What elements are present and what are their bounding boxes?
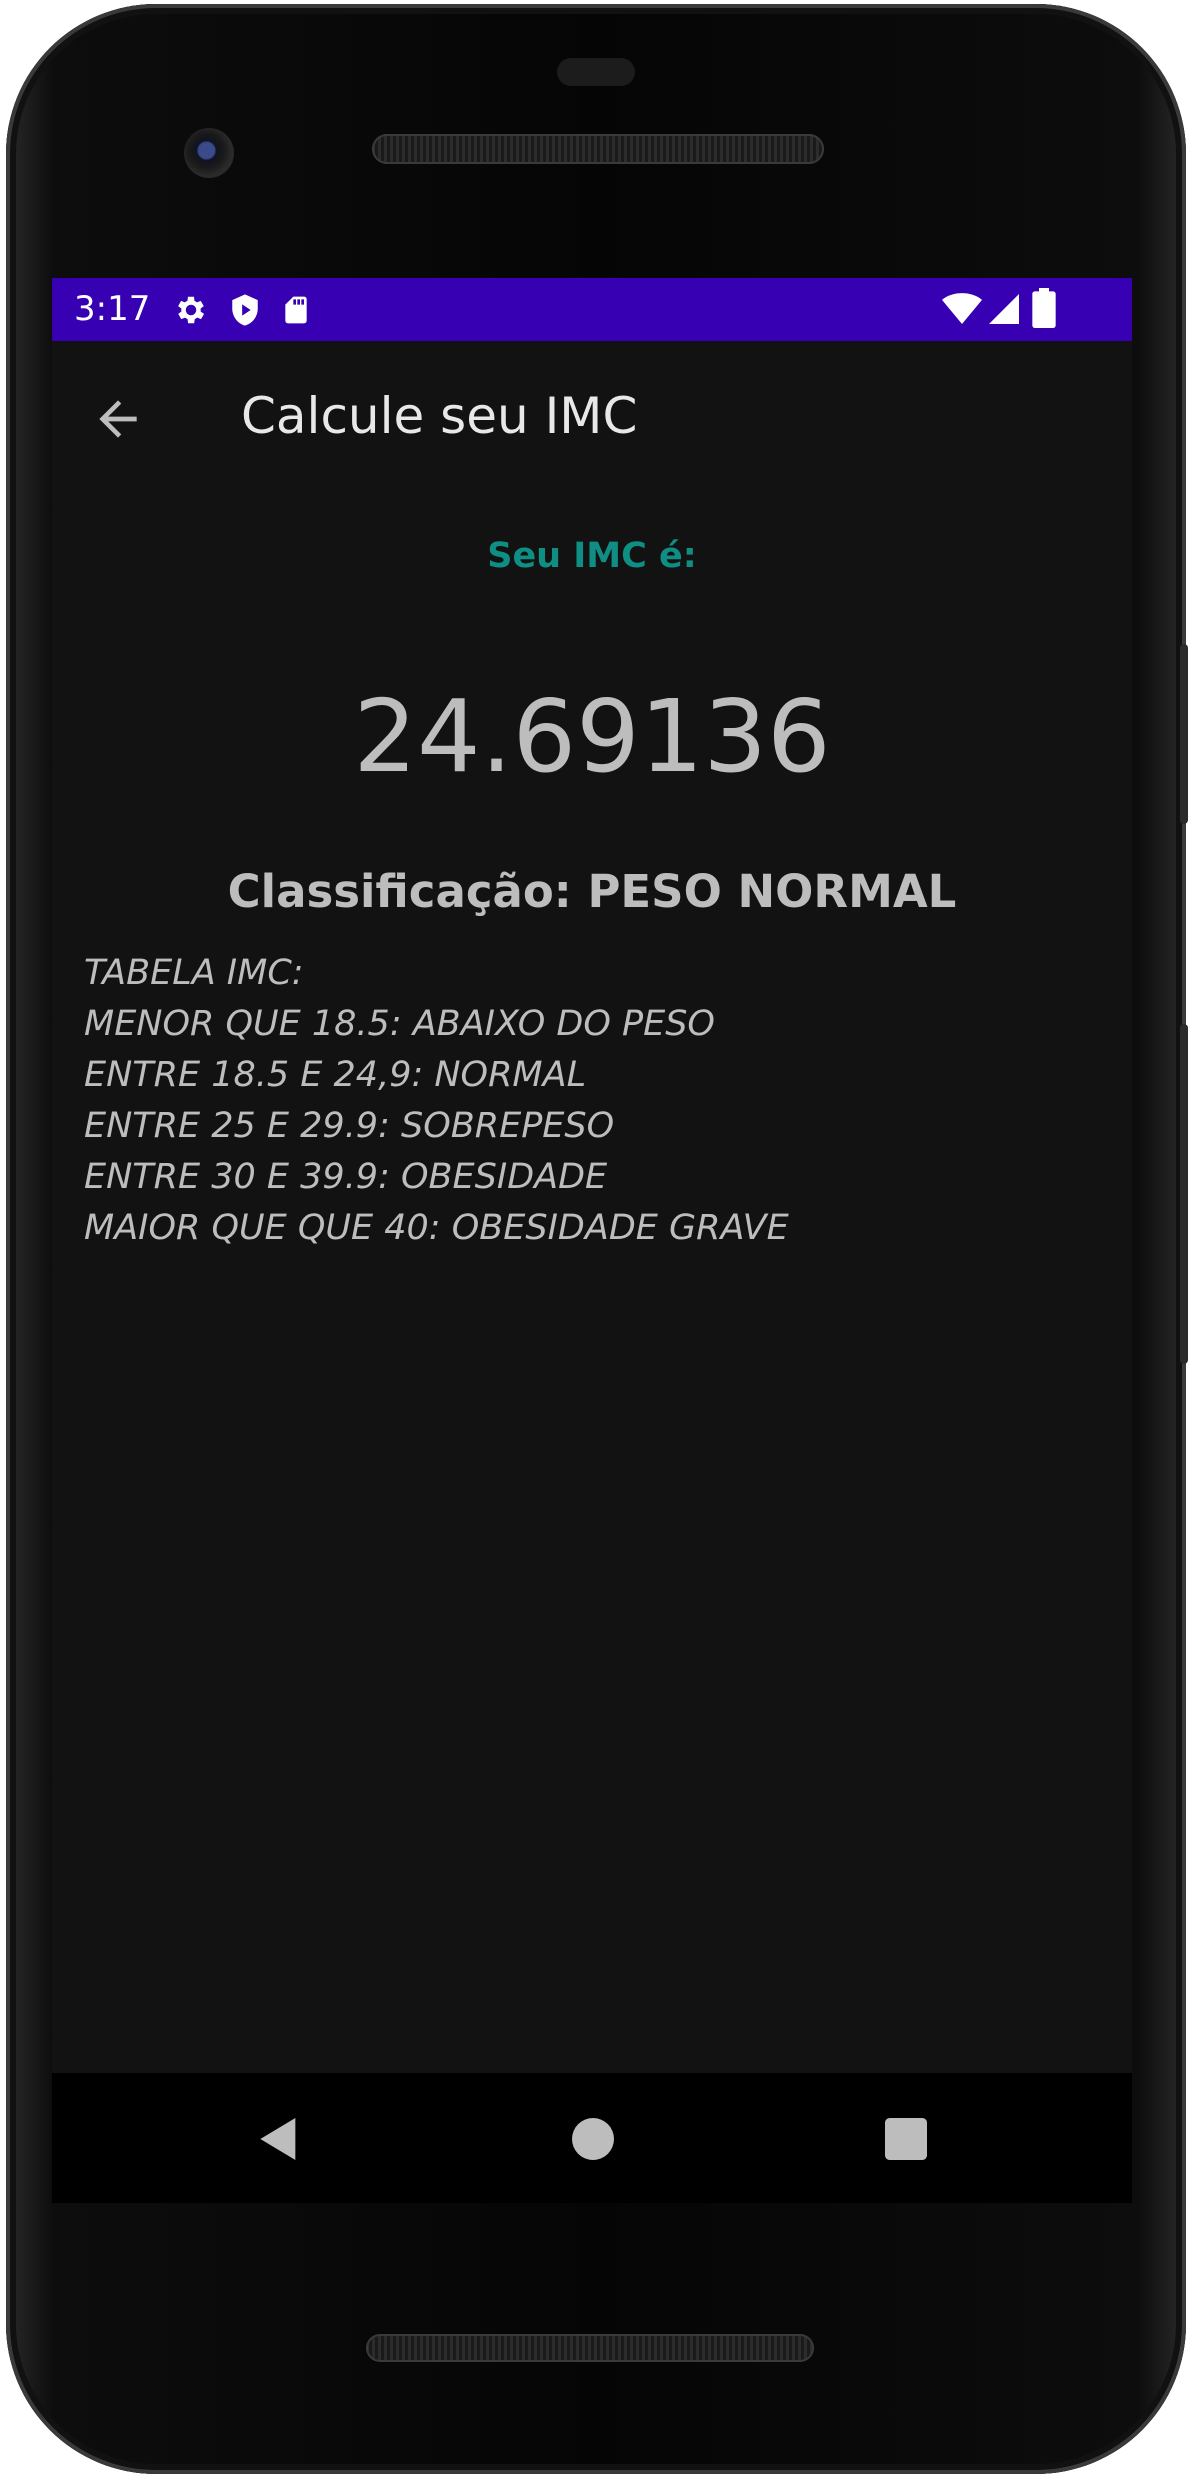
wifi-icon xyxy=(942,293,982,324)
top-speaker-grille xyxy=(372,134,824,164)
status-bar: 3:17 xyxy=(52,278,1132,341)
table-row: MAIOR QUE QUE 40: OBESIDADE GRAVE xyxy=(84,1208,789,1248)
table-row: ENTRE 18.5 E 24,9: NORMAL xyxy=(84,1055,587,1095)
imc-value: 24.69136 xyxy=(353,678,831,795)
app-screen: 3:17 Calcule seu IMC Seu IMC é: 24.69136… xyxy=(52,278,1132,2073)
status-time: 3:17 xyxy=(74,289,151,329)
front-camera-icon xyxy=(184,128,234,178)
volume-button xyxy=(1180,1024,1188,1364)
power-button xyxy=(1180,644,1188,824)
bottom-speaker-grille xyxy=(366,2334,814,2362)
gear-icon xyxy=(178,296,205,324)
battery-icon xyxy=(1032,288,1056,328)
table-row: ENTRE 30 E 39.9: OBESIDADE xyxy=(84,1157,608,1197)
table-title: TABELA IMC: xyxy=(84,953,304,993)
sd-card-icon xyxy=(285,296,307,324)
table-row: MENOR QUE 18.5: ABAIXO DO PESO xyxy=(84,1004,715,1044)
back-triangle-icon[interactable] xyxy=(251,2111,307,2167)
shield-play-icon xyxy=(232,294,258,326)
imc-label: Seu IMC é: xyxy=(487,536,697,576)
recents-square-icon[interactable] xyxy=(878,2111,934,2167)
arrow-back-icon[interactable] xyxy=(90,391,146,447)
signal-icon xyxy=(989,294,1019,324)
imc-table: TABELA IMC: MENOR QUE 18.5: ABAIXO DO PE… xyxy=(84,948,789,1254)
home-circle-icon[interactable] xyxy=(565,2111,621,2167)
table-row: ENTRE 25 E 29.9: SOBREPESO xyxy=(84,1106,615,1146)
app-title: Calcule seu IMC xyxy=(241,387,638,445)
app-bar: Calcule seu IMC xyxy=(52,341,1132,489)
proximity-sensor xyxy=(557,58,635,86)
classification-text: Classificação: PESO NORMAL xyxy=(227,865,957,918)
navigation-bar xyxy=(52,2073,1132,2203)
